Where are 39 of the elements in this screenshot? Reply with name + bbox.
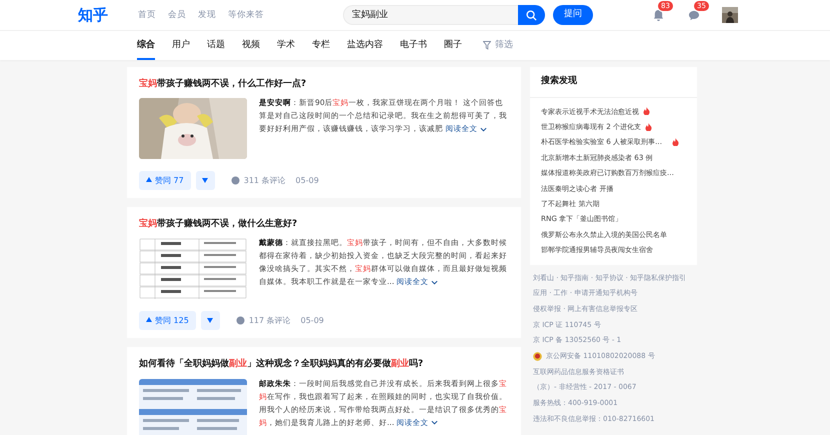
result-title[interactable]: 如何看待「全职妈妈做副业」这种观念？全职妈妈真的有必要做副业吗? [139, 358, 509, 372]
search-field[interactable]: 宝妈副业 [343, 5, 518, 25]
tab[interactable]: 视频 [242, 31, 260, 60]
triangle-down-icon [207, 318, 214, 324]
search-icon [526, 10, 537, 20]
triangle-up-icon [146, 176, 152, 182]
tab[interactable]: 话题 [207, 31, 225, 60]
tab[interactable]: 圈子 [444, 31, 462, 60]
triangle-down-icon [202, 178, 208, 184]
post-date: 05-09 [296, 174, 319, 187]
comment-icon[interactable] [236, 316, 245, 326]
downvote-button[interactable] [200, 311, 220, 330]
bell-icon[interactable] [652, 9, 664, 21]
filter-icon [483, 41, 491, 50]
downvote-button[interactable] [196, 171, 215, 190]
ask-button[interactable]: 提问 [553, 5, 593, 25]
tab[interactable]: 电子书 [400, 31, 427, 60]
chevron-down-icon [480, 126, 487, 132]
chevron-down-icon [431, 420, 438, 425]
result-title[interactable]: 宝妈带孩子赚钱两不误，什么工作好一点? [139, 78, 509, 92]
police-badge-icon [533, 352, 542, 362]
logo[interactable]: 知乎 [78, 8, 108, 22]
flame-icon [672, 138, 679, 146]
tab[interactable]: 综合 [137, 31, 155, 60]
result-title[interactable]: 宝妈带孩子赚钱两不误，做什么生意好? [139, 218, 509, 232]
chat-icon[interactable] [688, 10, 700, 20]
tab[interactable]: 学术 [277, 31, 295, 60]
chevron-down-icon [431, 280, 438, 285]
tab[interactable]: 盐选内容 [347, 31, 383, 60]
post-date: 05-09 [300, 314, 324, 327]
avatar[interactable] [722, 7, 738, 23]
triangle-up-icon [146, 316, 152, 322]
search-button[interactable] [518, 5, 545, 25]
comment-icon[interactable] [230, 176, 240, 186]
tab[interactable]: 用户 [172, 31, 190, 60]
sidebar-title: 搜索发现 [530, 67, 697, 98]
upvote-button[interactable]: 赞同 125 [139, 311, 196, 330]
tab[interactable]: 专栏 [312, 31, 330, 60]
upvote-button[interactable]: 赞同 77 [139, 171, 191, 190]
